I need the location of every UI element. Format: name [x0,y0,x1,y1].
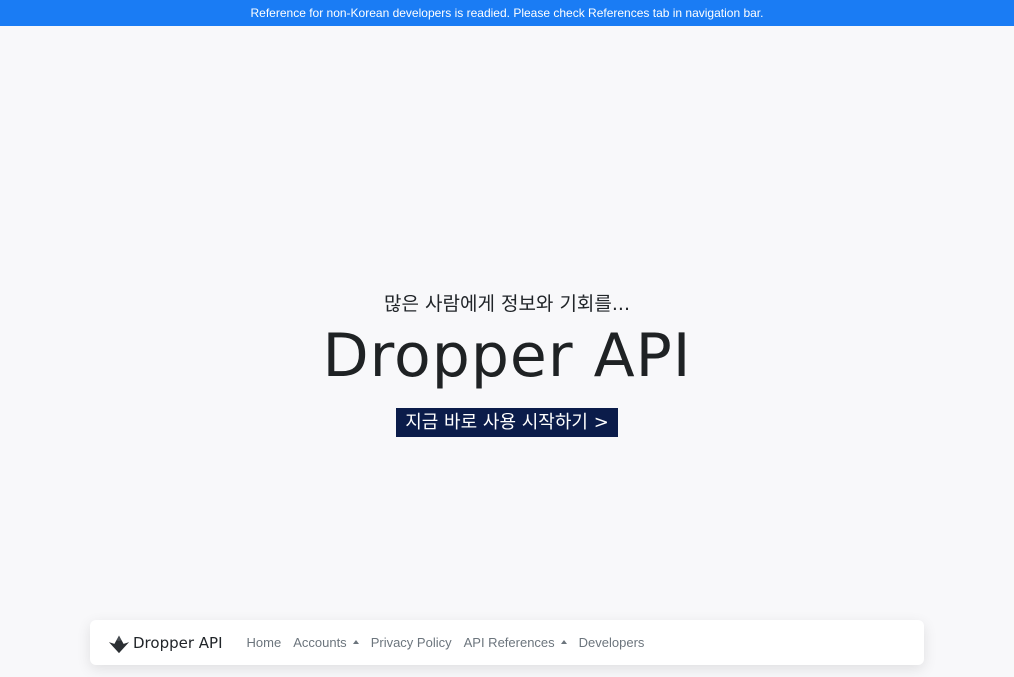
nav-home-label: Home [246,635,282,650]
notice-banner: Reference for non-Korean developers is r… [0,0,1014,26]
nav-accounts-dropdown[interactable]: Accounts [293,635,359,650]
nav-privacy-policy[interactable]: Privacy Policy [371,635,452,650]
caret-up-icon [352,639,359,644]
caret-up-icon [560,639,567,644]
nav-accounts-label: Accounts [293,635,347,650]
brand-link[interactable]: Dropper API [108,632,223,654]
nav-api-references-label: API References [463,635,555,650]
brand-name: Dropper API [133,633,223,652]
nav-api-references-dropdown[interactable]: API References [464,635,567,650]
hero-title: Dropper API [322,321,692,391]
hero-section: 많은 사람에게 정보와 기회를... Dropper API 지금 바로 사용 … [0,288,1014,437]
nav-developers-label: Developers [578,635,645,650]
hero-subtitle: 많은 사람에게 정보와 기회를... [384,293,630,315]
nav-developers[interactable]: Developers [579,635,645,650]
navbar: Dropper API Home Accounts Privacy Policy… [90,620,924,665]
dropper-logo-icon [108,635,130,653]
notice-text: Reference for non-Korean developers is r… [250,6,764,20]
get-started-button[interactable]: 지금 바로 사용 시작하기 > [396,408,618,437]
nav-privacy-policy-label: Privacy Policy [370,635,452,650]
nav-home[interactable]: Home [247,635,282,650]
